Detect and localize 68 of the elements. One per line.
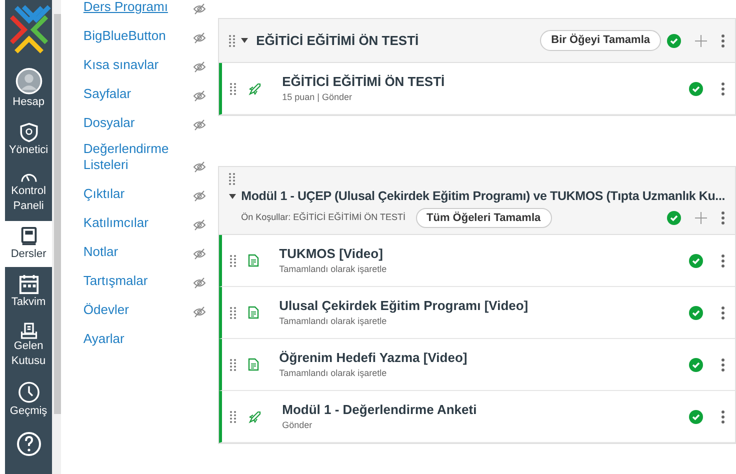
drag-handle-icon[interactable] (229, 34, 236, 46)
module-item[interactable]: Modül 1 - Değerlendirme Anketi Gönder (219, 391, 735, 444)
requirement-pill: Bir Öğeyi Tamamla (540, 30, 661, 51)
course-nav-link[interactable]: Çıktılar (83, 186, 174, 202)
more-options-icon[interactable] (721, 34, 725, 48)
global-nav-item[interactable]: Dersler (5, 220, 52, 267)
course-nav-link[interactable]: Tartışmalar (83, 273, 174, 289)
module-item[interactable]: EĞİTİCİ EĞİTİMİ ÖN TESTİ 15 puan | Gönder (219, 63, 735, 115)
drag-handle-icon[interactable] (230, 82, 236, 94)
item-title[interactable]: EĞİTİCİ EĞİTİMİ ÖN TESTİ (282, 73, 445, 90)
drag-handle-icon[interactable] (230, 358, 236, 371)
global-nav-item[interactable]: Gelen Kutusu (5, 316, 52, 374)
course-nav-link[interactable]: Notlar (83, 244, 174, 260)
global-nav-item[interactable]: Kontrol Paneli (5, 164, 52, 219)
more-options-icon[interactable] (721, 358, 725, 372)
document-icon (248, 358, 260, 372)
item-title[interactable]: Modül 1 - Değerlendirme Anketi (282, 401, 477, 418)
item-details: Tamamlandı olarak işaretle (279, 367, 388, 380)
course-nav-link[interactable]: Ödevler (83, 302, 174, 318)
item-title[interactable]: TUKMOS [Video] (279, 245, 387, 262)
item-details: 15 puan | Gönder (282, 91, 354, 104)
module-item[interactable]: Öğrenim Hedefi Yazma [Video] Tamamlandı olarak işaretle (219, 339, 735, 392)
course-nav-link[interactable]: Ders Programı (83, 0, 174, 15)
calendar-icon (18, 274, 40, 295)
document-icon (248, 306, 260, 320)
global-nav-item[interactable]: Geçmiş (5, 376, 52, 424)
module-item[interactable]: TUKMOS [Video] Tamamlandı olarak işaretle (219, 235, 735, 288)
module-title: EĞİTİCİ EĞİTİMİ ÖN TESTİ (256, 32, 419, 50)
more-options-icon[interactable] (721, 82, 725, 96)
item-title[interactable]: Ulusal Çekirdek Eğitim Programı [Video] (279, 297, 528, 314)
global-nav-item[interactable]: Yönetici (5, 116, 52, 163)
item-details: Tamamlandı olarak işaretle (279, 263, 387, 276)
more-options-icon[interactable] (721, 410, 725, 424)
add-icon[interactable] (695, 34, 707, 46)
course-nav-link[interactable]: BigBlueButton (83, 28, 174, 44)
course-nav-link[interactable]: Değerlendirme Listeleri (83, 141, 174, 173)
book-icon (18, 226, 39, 247)
collapse-caret-icon[interactable] (229, 194, 236, 199)
course-nav-link[interactable]: Sayfalar (83, 86, 174, 102)
item-details: Tamamlandı olarak işaretle (279, 315, 388, 328)
more-options-icon[interactable] (721, 254, 725, 268)
item-title[interactable]: Öğrenim Hedefi Yazma [Video] (279, 349, 468, 366)
document-icon (248, 254, 260, 268)
rocket-icon (248, 82, 262, 96)
global-nav-item[interactable]: Takvim (5, 268, 52, 315)
shield-icon (18, 122, 40, 143)
course-nav-link[interactable]: Dosyalar (83, 115, 174, 131)
prerequisites-text: Ön Koşullar: EĞİTİCİ EĞİTİMİ ÖN TESTİ (241, 211, 406, 224)
avatar-icon (14, 68, 44, 95)
global-nav-item[interactable]: Hesap (5, 63, 52, 115)
more-options-icon[interactable] (721, 306, 725, 320)
help-icon (16, 431, 42, 457)
requirement-pill: Tüm Öğeleri Tamamla (416, 208, 552, 228)
drag-handle-icon[interactable] (230, 410, 236, 423)
drag-handle-icon[interactable] (230, 306, 236, 319)
drag-handle-icon[interactable] (230, 254, 236, 267)
clock-icon (16, 381, 42, 404)
rocket-icon (248, 410, 262, 424)
add-icon[interactable] (695, 212, 707, 224)
course-nav-link[interactable]: Katılımcılar (83, 215, 174, 231)
more-options-icon[interactable] (721, 211, 725, 225)
course-nav-link[interactable]: Kısa sınavlar (83, 57, 174, 73)
item-details: Gönder (282, 419, 314, 432)
module-item[interactable]: Ulusal Çekirdek Eğitim Programı [Video] Tamamlandı olarak işaretle (219, 287, 735, 340)
collapse-caret-icon[interactable] (241, 38, 248, 43)
module-title: Modül 1 - UÇEP (Ulusal Çekirdek Eğitim Programı) ve TUKMOS (Tıpta Uzmanlık Ku... (241, 188, 725, 205)
drag-handle-icon[interactable] (229, 173, 236, 185)
course-nav-link[interactable]: Ayarlar (83, 331, 174, 347)
